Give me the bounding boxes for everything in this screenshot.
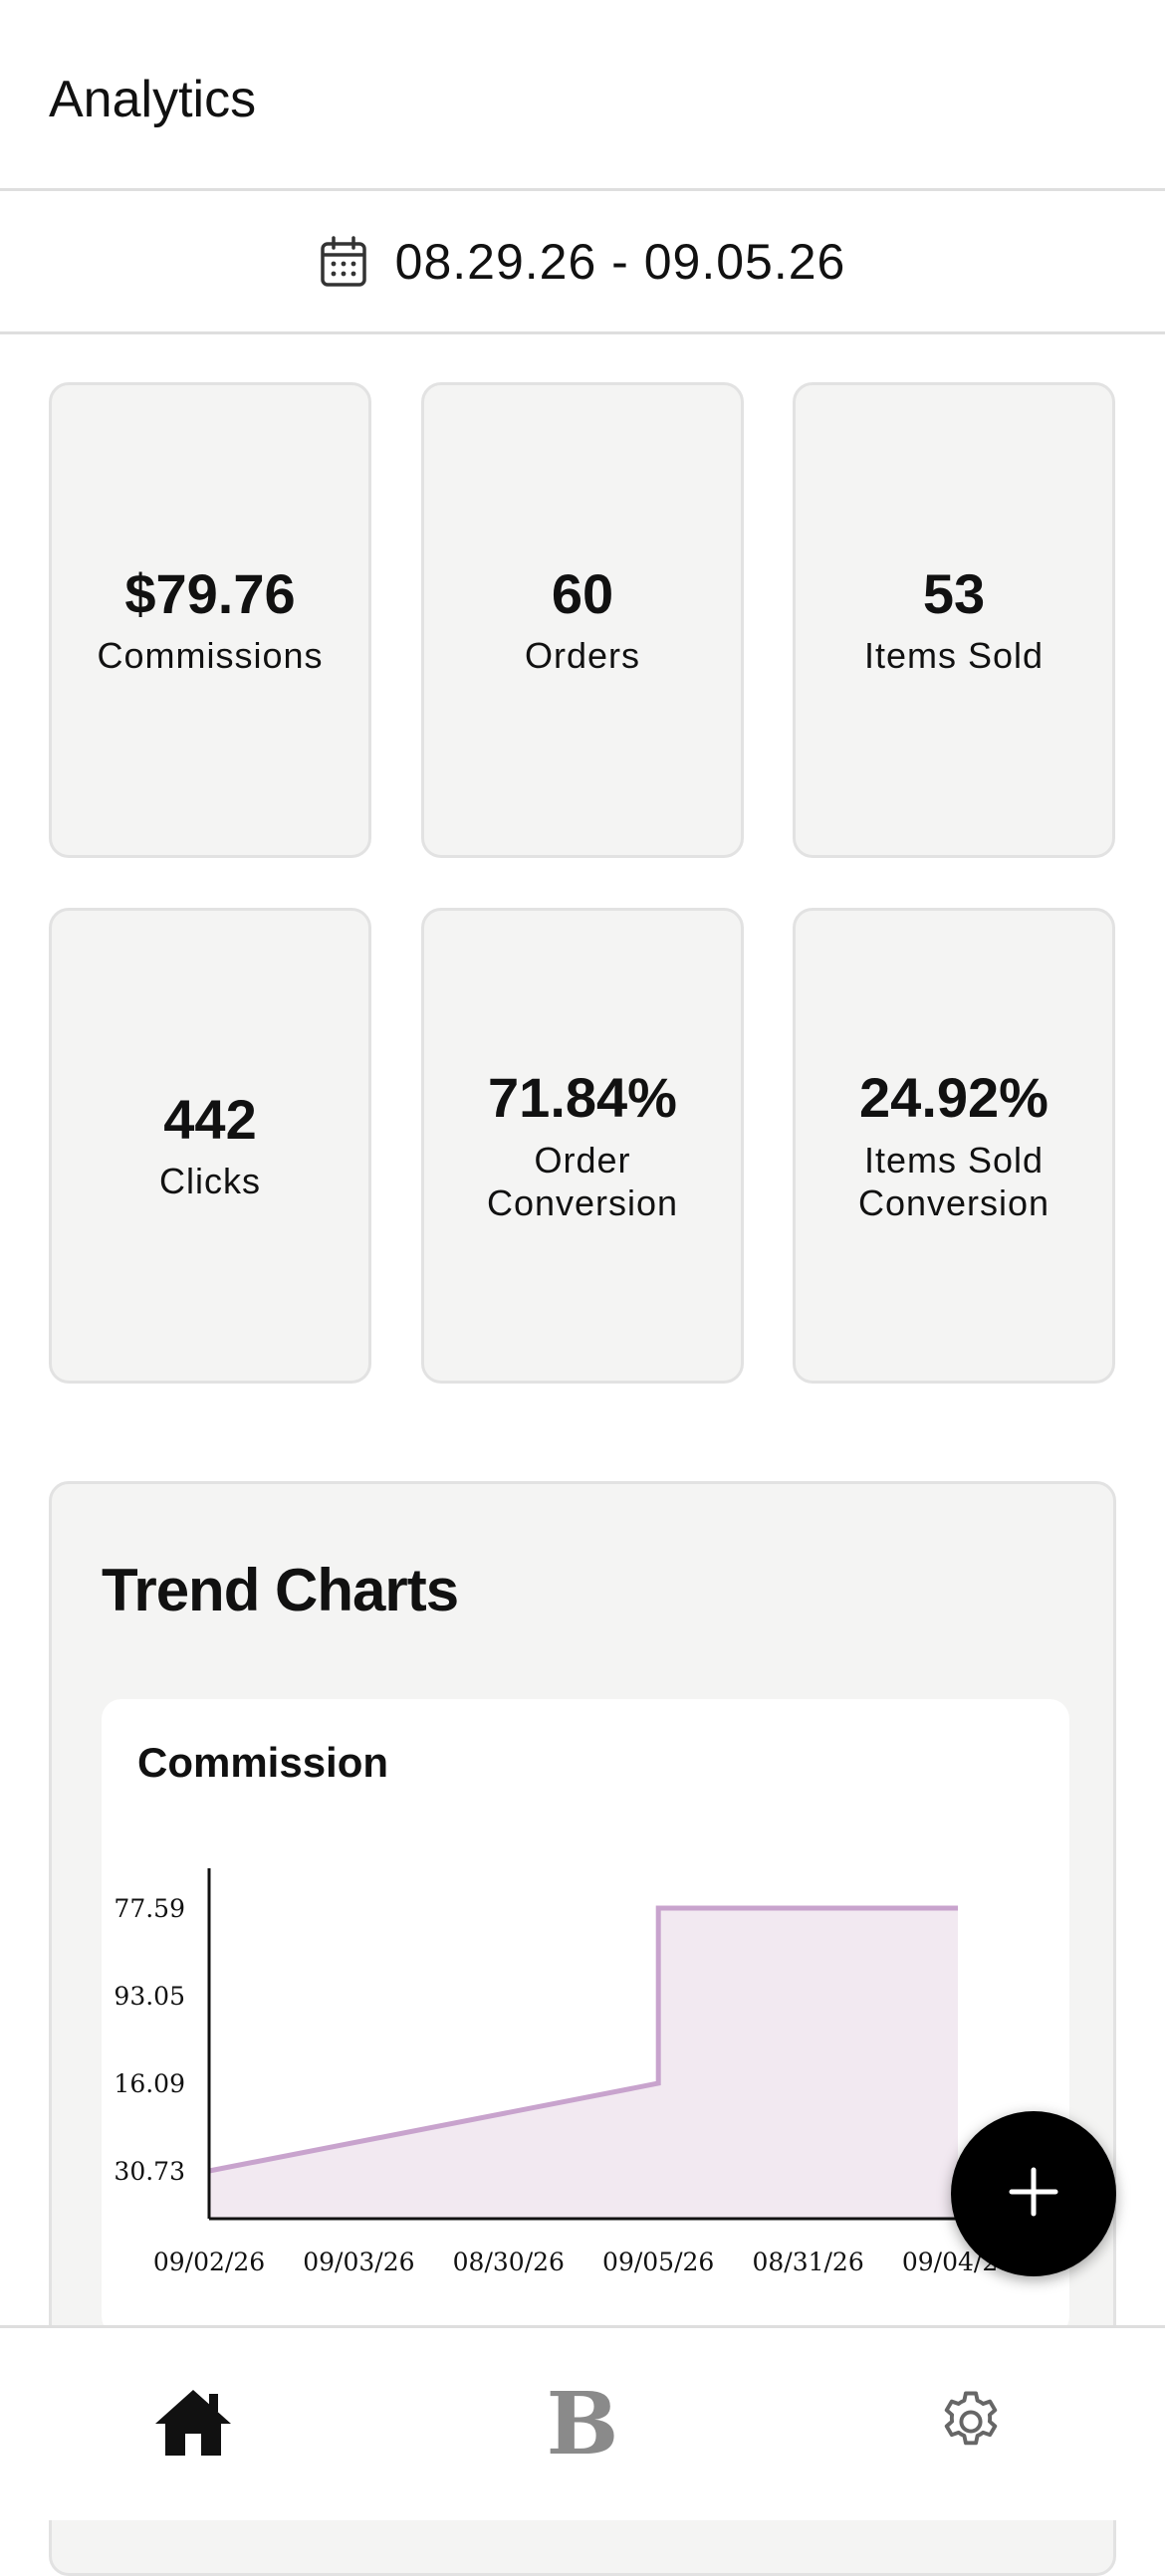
x-tick-label: 09/05/26 xyxy=(602,2248,714,2276)
gear-icon xyxy=(935,2386,1007,2463)
stat-value: 53 xyxy=(922,561,986,625)
stat-value: 71.84% xyxy=(488,1066,677,1130)
date-range-text: 08.29.26 - 09.05.26 xyxy=(394,233,846,290)
y-tick-label: 77.59 xyxy=(114,1894,185,1923)
commission-chart: 77.59 93.05 16.09 30.73 09/02/26 09/03/26 08/3… xyxy=(114,1868,1018,2276)
stat-value: 24.92% xyxy=(859,1066,1048,1130)
stat-value: $79.76 xyxy=(124,561,296,625)
bottom-nav: B xyxy=(0,2325,1165,2520)
stat-card-clicks[interactable]: 442 Clicks xyxy=(49,908,371,1384)
y-tick-label: 30.73 xyxy=(114,2157,185,2186)
x-tick-label: 09/03/26 xyxy=(303,2248,414,2276)
page-title: Analytics xyxy=(49,71,257,128)
home-icon xyxy=(153,2386,233,2463)
app-header: Analytics xyxy=(0,0,1165,191)
plus-icon xyxy=(1006,2164,1061,2225)
stat-label: Commissions xyxy=(97,635,324,677)
b-logo-icon: B xyxy=(546,2373,619,2474)
stat-card-items-sold[interactable]: 53 Items Sold xyxy=(793,382,1115,858)
stat-card-items-sold-conversion[interactable]: 24.92% Items Sold Conversion xyxy=(793,908,1115,1384)
stat-value: 442 xyxy=(163,1087,257,1151)
y-tick-label: 93.05 xyxy=(114,1982,185,2011)
nav-settings[interactable] xyxy=(871,2328,1070,2520)
stat-label: Orders xyxy=(524,635,641,677)
nav-brand[interactable]: B xyxy=(483,2328,682,2520)
stat-label: Clicks xyxy=(159,1161,261,1202)
stat-card-orders[interactable]: 60 Orders xyxy=(421,382,744,858)
stat-label: Order Conversion xyxy=(486,1139,679,1223)
stat-label: Items Sold xyxy=(863,635,1045,677)
date-range-selector[interactable]: 08.29.26 - 09.05.26 xyxy=(0,191,1165,334)
add-button[interactable] xyxy=(951,2111,1116,2276)
x-tick-label: 09/02/26 xyxy=(153,2248,265,2276)
x-tick-label: 08/30/26 xyxy=(453,2248,565,2276)
stat-card-commissions[interactable]: $79.76 Commissions xyxy=(49,382,371,858)
nav-home[interactable] xyxy=(94,2328,293,2520)
trend-charts-title: Trend Charts xyxy=(102,1557,459,1623)
y-tick-label: 16.09 xyxy=(114,2069,185,2098)
x-tick-label: 08/31/26 xyxy=(752,2248,863,2276)
commission-chart-card[interactable]: Commission 77.59 93.05 16.09 30.73 09/02/26 0… xyxy=(102,1699,1069,2336)
stat-label: Items Sold Conversion xyxy=(857,1139,1050,1223)
calendar-icon xyxy=(320,235,367,288)
stat-card-order-conversion[interactable]: 71.84% Order Conversion xyxy=(421,908,744,1384)
stat-value: 60 xyxy=(551,561,614,625)
commission-area xyxy=(209,1908,958,2219)
